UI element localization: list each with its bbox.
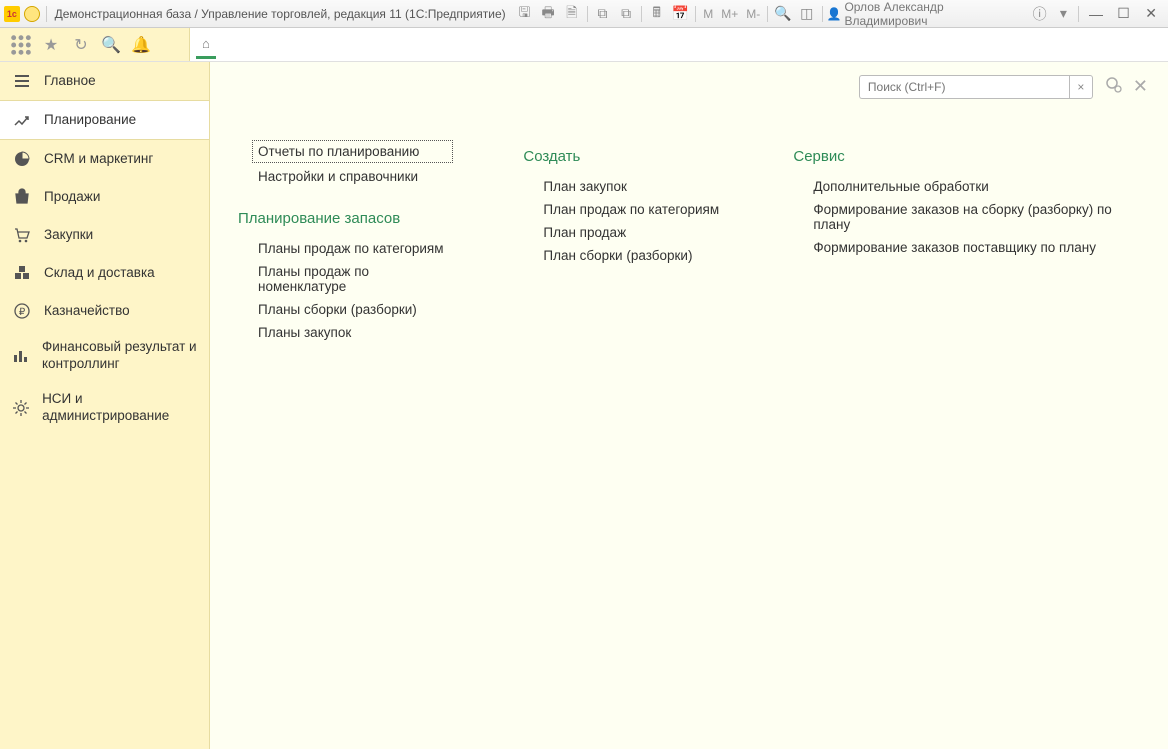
section-head-service: Сервис [793, 148, 1140, 165]
sidebar-item-label: НСИ и администрирование [42, 391, 197, 425]
link-settings-refs[interactable]: Настройки и справочники [238, 165, 453, 188]
menu-icon [12, 71, 32, 91]
save-icon[interactable]: 🖫 [514, 4, 536, 24]
chart-up-icon [12, 110, 32, 130]
column-3: Сервис Дополнительные обработки Формиров… [793, 140, 1140, 344]
link-create-sales-plan-cat[interactable]: План продаж по категориям [523, 198, 723, 221]
sidebar-item-purchases[interactable]: Закупки [0, 216, 209, 254]
settings-icon[interactable] [1103, 74, 1123, 99]
minimize-button[interactable]: — [1083, 6, 1109, 22]
link-reports-planning[interactable]: Отчеты по планированию [252, 140, 453, 163]
top-toolbar: ★ ↻ 🔍 🔔 ⌂ [0, 28, 1168, 62]
m-button[interactable]: M [700, 4, 716, 24]
sidebar-item-label: CRM и маркетинг [44, 151, 153, 168]
sidebar-item-label: Главное [44, 73, 96, 90]
link-sales-plan-nomenclature[interactable]: Планы продаж по номенклатуре [238, 260, 453, 298]
sidebar-item-label: Закупки [44, 227, 93, 244]
search-icon[interactable]: 🔍 [100, 34, 122, 56]
history-icon[interactable]: ↻ [70, 34, 92, 56]
m-minus-button[interactable]: M- [743, 4, 763, 24]
link-additional-processing[interactable]: Дополнительные обработки [793, 175, 1140, 198]
sidebar-item-finance[interactable]: Финансовый результат и контроллинг [0, 330, 209, 382]
separator [767, 6, 768, 22]
apps-icon[interactable] [10, 34, 32, 56]
window-title: Демонстрационная база / Управление торго… [55, 7, 506, 21]
pie-icon [12, 149, 32, 169]
preview-icon[interactable]: 🗎 [561, 4, 583, 24]
link-form-assembly-orders[interactable]: Формирование заказов на сборку (разборку… [793, 198, 1140, 236]
info-icon[interactable]: ⓘ [1029, 4, 1051, 24]
sidebar-item-label: Финансовый результат и контроллинг [42, 339, 197, 373]
calc-icon[interactable]: 🖩 [646, 4, 668, 24]
section-head-create: Создать [523, 148, 723, 165]
sidebar-item-main[interactable]: Главное [0, 62, 209, 100]
window-icon[interactable]: ◫ [796, 4, 818, 24]
sidebar-item-label: Планирование [44, 112, 136, 129]
boxes-icon [12, 263, 32, 283]
column-1: Отчеты по планированию Настройки и справ… [238, 140, 453, 344]
link-purchase-plans[interactable]: Планы закупок [238, 321, 453, 344]
sidebar-item-warehouse[interactable]: Склад и доставка [0, 254, 209, 292]
sidebar-item-planning[interactable]: Планирование [0, 100, 209, 140]
titlebar-tools: 🖫 🖶 🗎 ⧉ ⧉ 🖩 📅 M M+ M- 🔍 ◫ 👤 Орлов Алекса… [514, 0, 1164, 28]
star-icon[interactable]: ★ [40, 34, 62, 56]
separator [46, 6, 47, 22]
app-logo-icon: 1c [4, 6, 20, 22]
sidebar-item-label: Продажи [44, 189, 100, 206]
maximize-button[interactable]: ☐ [1111, 5, 1137, 22]
search-input[interactable] [859, 75, 1069, 99]
close-panel-button[interactable]: ✕ [1133, 76, 1148, 97]
separator [822, 6, 823, 22]
sections-columns: Отчеты по планированию Настройки и справ… [238, 140, 1140, 344]
compare-icon[interactable]: ⧉ [615, 4, 637, 24]
link-create-purchase-plan[interactable]: План закупок [523, 175, 723, 198]
link-sales-plan-categories[interactable]: Планы продаж по категориям [238, 237, 453, 260]
main-area: Главное Планирование CRM и маркетинг Про… [0, 62, 1168, 749]
bars-icon [12, 346, 30, 366]
column-2: Создать План закупок План продаж по кате… [523, 140, 723, 344]
dropdown-icon[interactable] [24, 6, 40, 22]
search-clear-button[interactable]: × [1069, 75, 1093, 99]
link-create-sales-plan[interactable]: План продаж [523, 221, 723, 244]
dropdown-icon[interactable]: ▾ [1053, 4, 1075, 24]
window-titlebar: 1c Демонстрационная база / Управление то… [0, 0, 1168, 28]
sidebar-item-nsi[interactable]: НСИ и администрирование [0, 382, 209, 434]
home-tab[interactable]: ⌂ [196, 31, 216, 59]
zoom-icon[interactable]: 🔍 [772, 4, 794, 24]
m-plus-button[interactable]: M+ [718, 4, 741, 24]
toolbar-left: ★ ↻ 🔍 🔔 [0, 28, 190, 61]
link-form-supplier-orders[interactable]: Формирование заказов поставщику по плану [793, 236, 1140, 259]
separator [587, 6, 588, 22]
sidebar-item-crm[interactable]: CRM и маркетинг [0, 140, 209, 178]
home-icon: ⌂ [202, 36, 210, 51]
current-user[interactable]: 👤 Орлов Александр Владимирович [827, 0, 1027, 28]
separator [641, 6, 642, 22]
content-toolbar: × ✕ [859, 74, 1148, 99]
sidebar-item-label: Казначейство [44, 303, 130, 320]
gear-icon [12, 398, 30, 418]
user-icon: 👤 [827, 7, 842, 21]
sidebar-item-treasury[interactable]: ₽ Казначейство [0, 292, 209, 330]
bell-icon[interactable]: 🔔 [130, 34, 152, 56]
user-name: Орлов Александр Владимирович [844, 0, 1026, 28]
section-head-inventory: Планирование запасов [238, 210, 453, 227]
svg-text:₽: ₽ [19, 307, 26, 318]
link-create-assembly-plan[interactable]: План сборки (разборки) [523, 244, 723, 267]
ruble-icon: ₽ [12, 301, 32, 321]
bag-icon [12, 187, 32, 207]
close-window-button[interactable]: ✕ [1138, 5, 1164, 22]
print-icon[interactable]: 🖶 [537, 4, 559, 24]
cart-icon [12, 225, 32, 245]
separator [1078, 6, 1079, 22]
separator [695, 6, 696, 22]
link-assembly-plans[interactable]: Планы сборки (разборки) [238, 298, 453, 321]
calendar-icon[interactable]: 📅 [670, 4, 692, 24]
copy-icon[interactable]: ⧉ [592, 4, 614, 24]
sidebar-item-label: Склад и доставка [44, 265, 155, 282]
sidebar: Главное Планирование CRM и маркетинг Про… [0, 62, 210, 749]
sidebar-item-sales[interactable]: Продажи [0, 178, 209, 216]
content-panel: × ✕ Отчеты по планированию Настройки и с… [210, 62, 1168, 749]
